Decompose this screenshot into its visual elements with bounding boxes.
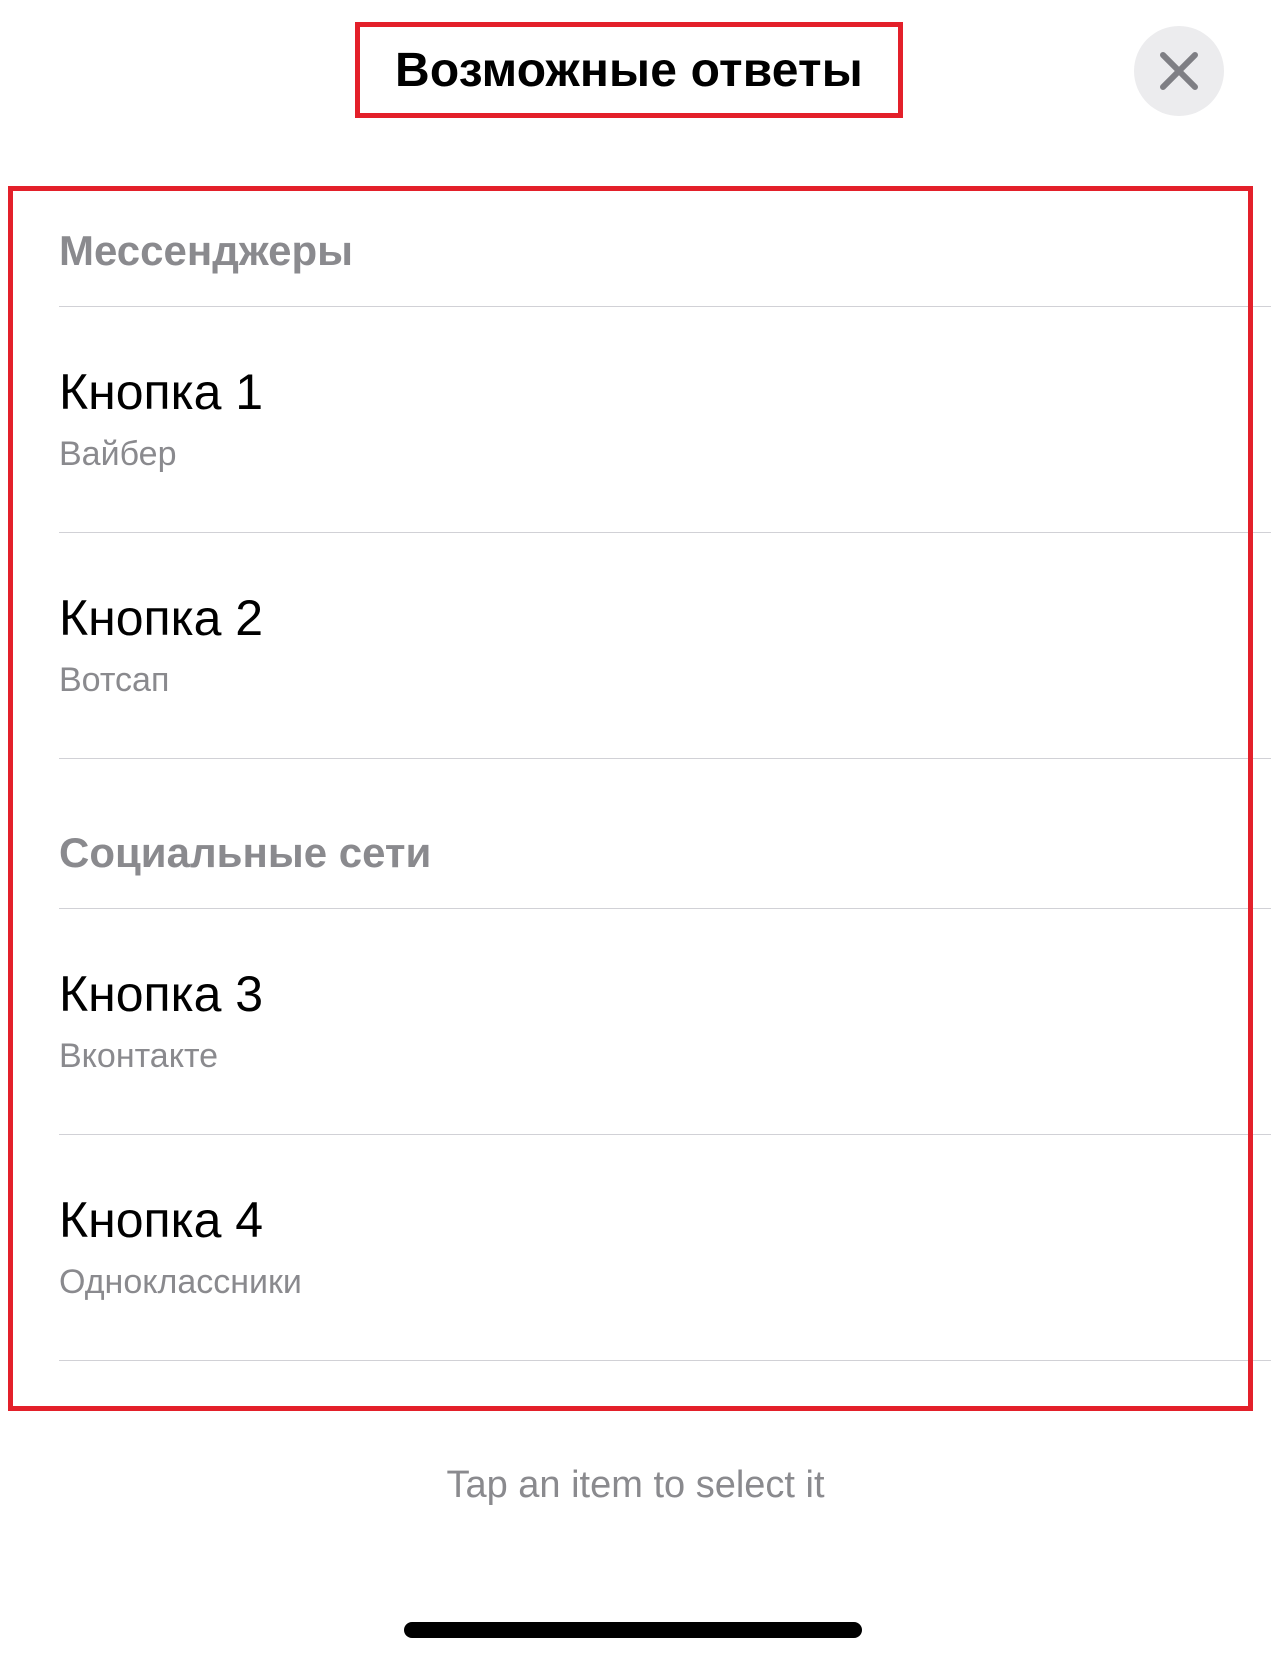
close-button[interactable] [1134, 26, 1224, 116]
list-item-subtitle: Одноклассники [59, 1263, 302, 1301]
close-icon [1160, 52, 1198, 90]
divider-stub [1253, 758, 1271, 759]
divider-stub [1253, 908, 1271, 909]
divider-stub [1253, 306, 1271, 307]
list-item-subtitle: Вконтакте [59, 1037, 219, 1075]
list-item[interactable]: Кнопка 3 Вконтакте [13, 909, 1248, 1135]
section-header-social: Социальные сети [59, 829, 432, 876]
list-item-title: Кнопка 1 [59, 364, 264, 420]
list-item-title: Кнопка 2 [59, 590, 264, 646]
row-divider [59, 758, 1248, 759]
section-header-messengers: Мессенджеры [59, 227, 353, 274]
list-item[interactable]: Кнопка 4 Одноклассники [13, 1135, 1248, 1361]
page-title: Возможные ответы [395, 43, 863, 97]
divider-stub [1253, 532, 1271, 533]
options-list: Мессенджеры Кнопка 1 Вайбер Кнопка 2 Вот… [8, 186, 1253, 1411]
list-item-title: Кнопка 4 [59, 1192, 264, 1248]
list-item-subtitle: Вотсап [59, 661, 170, 699]
hint-text: Tap an item to select it [446, 1464, 825, 1506]
list-item[interactable]: Кнопка 2 Вотсап [13, 533, 1248, 759]
row-divider [59, 1360, 1248, 1361]
divider-stub [1253, 1134, 1271, 1135]
home-indicator[interactable] [404, 1622, 862, 1638]
title-highlight-box: Возможные ответы [355, 22, 903, 118]
list-item[interactable]: Кнопка 1 Вайбер [13, 307, 1248, 533]
list-item-subtitle: Вайбер [59, 435, 177, 473]
divider-stub [1253, 1360, 1271, 1361]
list-item-title: Кнопка 3 [59, 966, 264, 1022]
